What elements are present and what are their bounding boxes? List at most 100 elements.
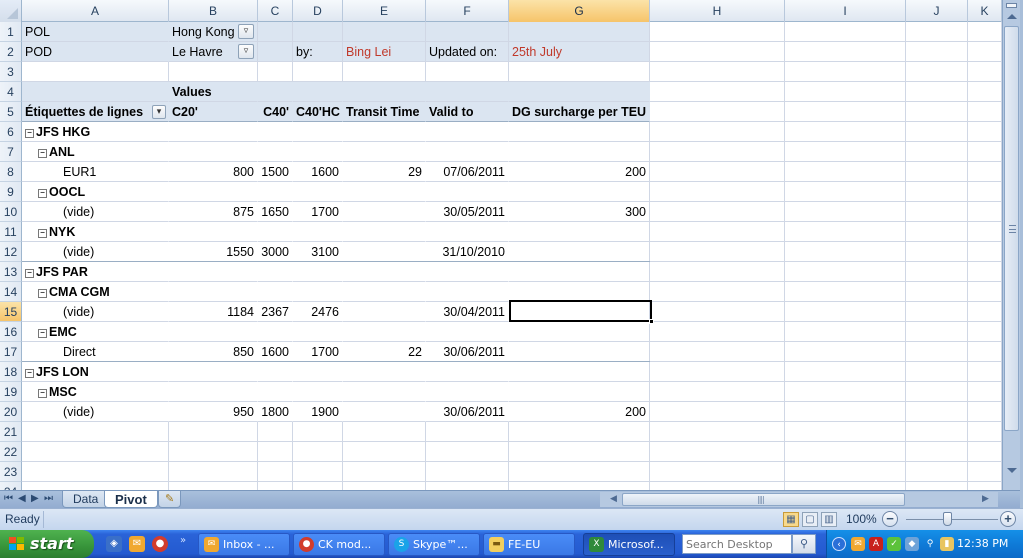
cell-a4[interactable] (22, 82, 169, 102)
cell-d9[interactable] (293, 182, 343, 202)
zoom-level[interactable]: 100% (846, 512, 877, 526)
collapse-icon[interactable]: − (25, 129, 34, 138)
transit-time-value[interactable] (343, 402, 426, 422)
taskbar-button-folder[interactable]: ▬ FE-EU (483, 533, 575, 556)
cell-k4[interactable] (968, 82, 1002, 102)
cell-f23[interactable] (426, 462, 509, 482)
cell-b22[interactable] (169, 442, 258, 462)
pivot-row-label[interactable]: (vide) (22, 302, 169, 322)
acrobat-tray-icon[interactable]: A (869, 537, 883, 551)
cell-i16[interactable] (785, 322, 906, 342)
cell-c11[interactable] (258, 222, 293, 242)
split-box[interactable] (1006, 3, 1017, 8)
cell-g11[interactable] (509, 222, 650, 242)
cell-j13[interactable] (906, 262, 968, 282)
taskbar-button-chrome[interactable]: ● CK mod... (293, 533, 385, 556)
collapse-icon[interactable]: − (38, 229, 47, 238)
cell-j19[interactable] (906, 382, 968, 402)
c40hc-value[interactable]: 1600 (293, 162, 343, 182)
cell-h19[interactable] (650, 382, 785, 402)
c40-value[interactable]: 2367 (258, 302, 293, 322)
c40-value[interactable]: 1500 (258, 162, 293, 182)
cell-j1[interactable] (906, 22, 968, 42)
cell-f14[interactable] (426, 282, 509, 302)
cell-e3[interactable] (343, 62, 426, 82)
pivot-row-label[interactable]: − EMC (22, 322, 169, 342)
cell-d23[interactable] (293, 462, 343, 482)
cell-i4[interactable] (785, 82, 906, 102)
cell-f4[interactable] (426, 82, 509, 102)
zoom-in-button[interactable]: + (1000, 511, 1016, 527)
cell-i10[interactable] (785, 202, 906, 222)
pivot-row-label[interactable]: − CMA CGM (22, 282, 169, 302)
dg-surcharge-value[interactable] (509, 342, 650, 362)
cell-h8[interactable] (650, 162, 785, 182)
cell-f21[interactable] (426, 422, 509, 442)
pivot-row-label[interactable]: (vide) (22, 202, 169, 222)
pivot-column-header[interactable]: DG surcharge per TEU (509, 102, 650, 122)
pivot-row-label[interactable]: − JFS PAR (22, 262, 169, 282)
cell-c14[interactable] (258, 282, 293, 302)
column-header-f[interactable]: F (426, 0, 509, 22)
cell-k12[interactable] (968, 242, 1002, 262)
column-header-h[interactable]: H (650, 0, 785, 22)
column-header-k[interactable]: K (968, 0, 1002, 22)
pivot-row-label[interactable]: − JFS LON (22, 362, 169, 382)
pivot-row-label[interactable]: (vide) (22, 402, 169, 422)
valid-to-value[interactable]: 30/06/2011 (426, 342, 509, 362)
cell-k18[interactable] (968, 362, 1002, 382)
cell-i17[interactable] (785, 342, 906, 362)
cell-c21[interactable] (258, 422, 293, 442)
cell-e14[interactable] (343, 282, 426, 302)
c40hc-value[interactable]: 3100 (293, 242, 343, 262)
cell-k16[interactable] (968, 322, 1002, 342)
row-header-2[interactable]: 2 (0, 42, 22, 62)
filter-label[interactable]: POD (22, 42, 169, 62)
cell-f18[interactable] (426, 362, 509, 382)
cell-f11[interactable] (426, 222, 509, 242)
c40-value[interactable]: 1800 (258, 402, 293, 422)
insert-sheet-button[interactable]: ✎ (158, 491, 182, 508)
cell-g23[interactable] (509, 462, 650, 482)
cell-b6[interactable] (169, 122, 258, 142)
cell-j9[interactable] (906, 182, 968, 202)
cell-d18[interactable] (293, 362, 343, 382)
pivot-column-header[interactable]: C40'HC (293, 102, 343, 122)
cell-e1[interactable] (343, 22, 426, 42)
chrome-quicklaunch-icon[interactable]: ● (152, 536, 168, 552)
cell-c3[interactable] (258, 62, 293, 82)
cell-d14[interactable] (293, 282, 343, 302)
row-header-21[interactable]: 21 (0, 422, 22, 442)
c40hc-value[interactable]: 2476 (293, 302, 343, 322)
c20-value[interactable]: 850 (169, 342, 258, 362)
row-header-7[interactable]: 7 (0, 142, 22, 162)
quicklaunch-overflow-icon[interactable]: » (180, 535, 186, 546)
dg-surcharge-value[interactable] (509, 242, 650, 262)
row-header-12[interactable]: 12 (0, 242, 22, 262)
prev-sheet-icon[interactable]: ◀ (18, 493, 26, 504)
cell-e6[interactable] (343, 122, 426, 142)
cell-e7[interactable] (343, 142, 426, 162)
cell-h21[interactable] (650, 422, 785, 442)
cell-j17[interactable] (906, 342, 968, 362)
row-header-24[interactable]: 24 (0, 482, 22, 490)
cell-d19[interactable] (293, 382, 343, 402)
cell-g18[interactable] (509, 362, 650, 382)
scroll-down-arrow-icon[interactable] (1007, 468, 1017, 473)
cell-j8[interactable] (906, 162, 968, 182)
column-header-i[interactable]: I (785, 0, 906, 22)
filter-label[interactable]: POL (22, 22, 169, 42)
column-header-a[interactable]: A (22, 0, 169, 22)
row-header-8[interactable]: 8 (0, 162, 22, 182)
cell-h5[interactable] (650, 102, 785, 122)
pivot-row-label[interactable]: (vide) (22, 242, 169, 262)
cell-d4[interactable] (293, 82, 343, 102)
column-header-g[interactable]: G (509, 0, 650, 22)
search-button[interactable]: ⚲ (792, 534, 816, 554)
cell-h22[interactable] (650, 442, 785, 462)
cell-a3[interactable] (22, 62, 169, 82)
cell-c16[interactable] (258, 322, 293, 342)
taskbar-button-inbox[interactable]: ✉ Inbox - ... (198, 533, 290, 556)
cell-b18[interactable] (169, 362, 258, 382)
cell-k8[interactable] (968, 162, 1002, 182)
